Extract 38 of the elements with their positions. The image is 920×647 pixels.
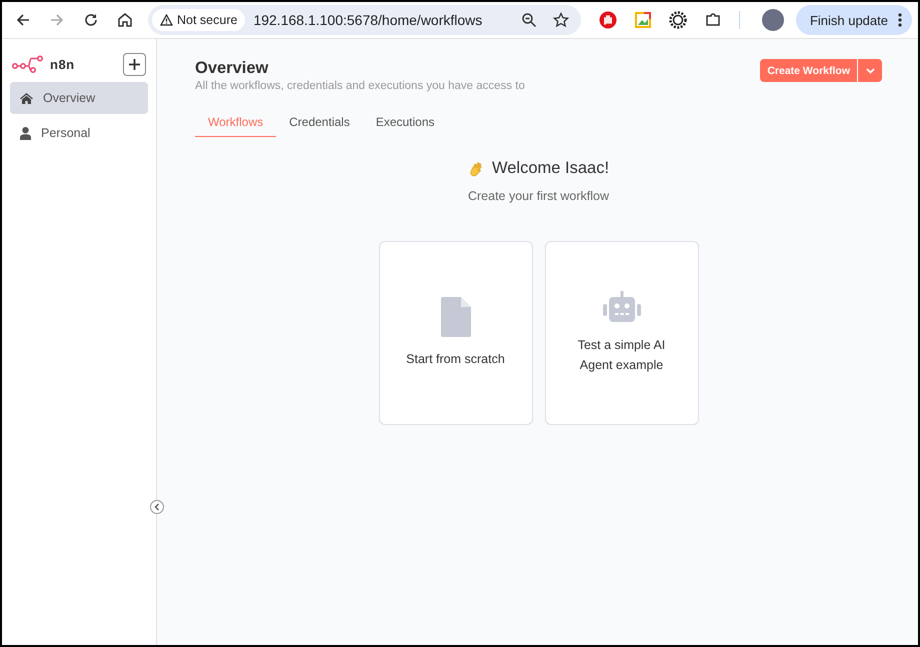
logo-text: n8n xyxy=(50,56,76,72)
hand-extension-icon[interactable] xyxy=(598,11,617,29)
tab[interactable]: Executions xyxy=(362,110,448,137)
card-label: Start from scratch xyxy=(406,351,505,368)
extensions-icon[interactable] xyxy=(704,12,721,28)
page-title: Overview xyxy=(195,59,270,78)
page-subtitle: All the workflows, credentials and executions you have access to xyxy=(195,80,525,92)
finish-update-button[interactable]: Finish update xyxy=(796,5,912,35)
home-icon[interactable] xyxy=(117,12,133,28)
caret-icon[interactable] xyxy=(866,68,874,74)
welcome-subtitle: Create your first workflow xyxy=(468,189,609,203)
sidebar-item[interactable]: Personal xyxy=(10,117,148,149)
back-arrow-icon[interactable] xyxy=(15,12,31,28)
image-extension-icon[interactable] xyxy=(634,12,651,28)
chevron-left-icon[interactable] xyxy=(154,503,160,511)
card-label: Test a simple AI Agent example xyxy=(576,337,666,374)
security-chip[interactable]: Not secure xyxy=(152,9,246,31)
profile-avatar[interactable] xyxy=(762,9,784,31)
option-card[interactable]: Test a simple AI Agent example xyxy=(544,241,698,425)
file-icon xyxy=(440,297,470,337)
person-icon xyxy=(20,126,31,140)
sidebar-item[interactable]: Overview xyxy=(10,82,148,114)
robot-icon xyxy=(602,291,642,323)
collapse-button[interactable] xyxy=(150,500,164,514)
add-button[interactable] xyxy=(123,52,146,76)
reload-icon[interactable] xyxy=(83,12,99,28)
gear-extension-icon[interactable] xyxy=(668,11,687,29)
welcome-title: Welcome Isaac! xyxy=(492,159,610,178)
address-text[interactable]: 192.168.1.100:5678/home/workflows xyxy=(253,12,521,28)
warning-icon xyxy=(160,14,173,26)
option-card[interactable]: Start from scratch xyxy=(378,241,532,425)
logo-icon xyxy=(12,55,44,73)
more-icon[interactable] xyxy=(898,13,902,27)
zoom-icon[interactable] xyxy=(520,12,537,28)
home-icon xyxy=(20,92,33,104)
tab[interactable]: Credentials xyxy=(276,110,363,137)
plus-icon[interactable] xyxy=(129,58,140,70)
star-icon[interactable] xyxy=(552,12,569,28)
